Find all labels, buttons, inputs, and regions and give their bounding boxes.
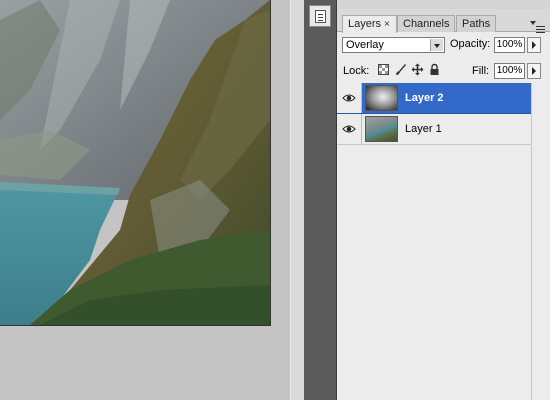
- layer-row-layer-2[interactable]: Layer 2: [337, 83, 531, 114]
- blend-mode-select[interactable]: Overlay: [342, 37, 445, 53]
- opacity-input[interactable]: 100%: [494, 37, 525, 53]
- lock-brush-icon[interactable]: [394, 63, 407, 76]
- lock-move-icon[interactable]: [411, 63, 424, 76]
- layer-thumbnail[interactable]: [365, 116, 398, 142]
- opacity-label: Opacity:: [450, 38, 491, 50]
- blend-mode-value: Overlay: [346, 39, 384, 51]
- panel-dock-strip: [304, 0, 336, 400]
- panel-tab-row: Layers × Channels Paths: [337, 9, 550, 33]
- canvas-image-lake-cliff[interactable]: [0, 0, 271, 326]
- panel-menu-icon[interactable]: [530, 21, 545, 33]
- layer-row-layer-1[interactable]: Layer 1: [337, 114, 531, 145]
- lock-transparent-icon[interactable]: [377, 63, 390, 76]
- dropdown-arrow-icon[interactable]: [430, 39, 443, 51]
- visibility-toggle[interactable]: [337, 114, 362, 144]
- canvas-artwork: [0, 0, 270, 325]
- tab-paths[interactable]: Paths: [456, 15, 496, 32]
- lock-all-icon[interactable]: [428, 63, 441, 76]
- lock-label: Lock:: [343, 65, 370, 77]
- panel-title-bar[interactable]: [337, 0, 550, 9]
- document-workspace: [0, 0, 290, 400]
- panel-document-icon[interactable]: [309, 5, 331, 27]
- fill-slider-arrow-icon[interactable]: [527, 63, 541, 79]
- workspace-scroll-gutter[interactable]: [290, 0, 305, 400]
- tab-channels-label: Channels: [403, 18, 450, 30]
- eye-icon: [342, 125, 356, 133]
- panel-scroll-area[interactable]: [531, 83, 550, 400]
- layer-name[interactable]: Layer 2: [405, 92, 444, 104]
- tab-layers[interactable]: Layers ×: [342, 15, 397, 33]
- layers-panel: Layers × Channels Paths Overlay Opacity: …: [336, 0, 550, 400]
- tab-paths-label: Paths: [462, 18, 491, 30]
- fill-label: Fill:: [472, 65, 490, 77]
- tab-layers-label: Layers: [348, 18, 382, 30]
- tab-channels[interactable]: Channels: [397, 15, 455, 32]
- tab-close-icon[interactable]: ×: [384, 19, 390, 30]
- layer-name[interactable]: Layer 1: [405, 123, 442, 135]
- eye-icon: [342, 94, 356, 102]
- visibility-toggle[interactable]: [337, 83, 362, 113]
- layer-thumbnail[interactable]: [365, 85, 398, 111]
- fill-input[interactable]: 100%: [494, 63, 525, 79]
- opacity-slider-arrow-icon[interactable]: [527, 37, 541, 53]
